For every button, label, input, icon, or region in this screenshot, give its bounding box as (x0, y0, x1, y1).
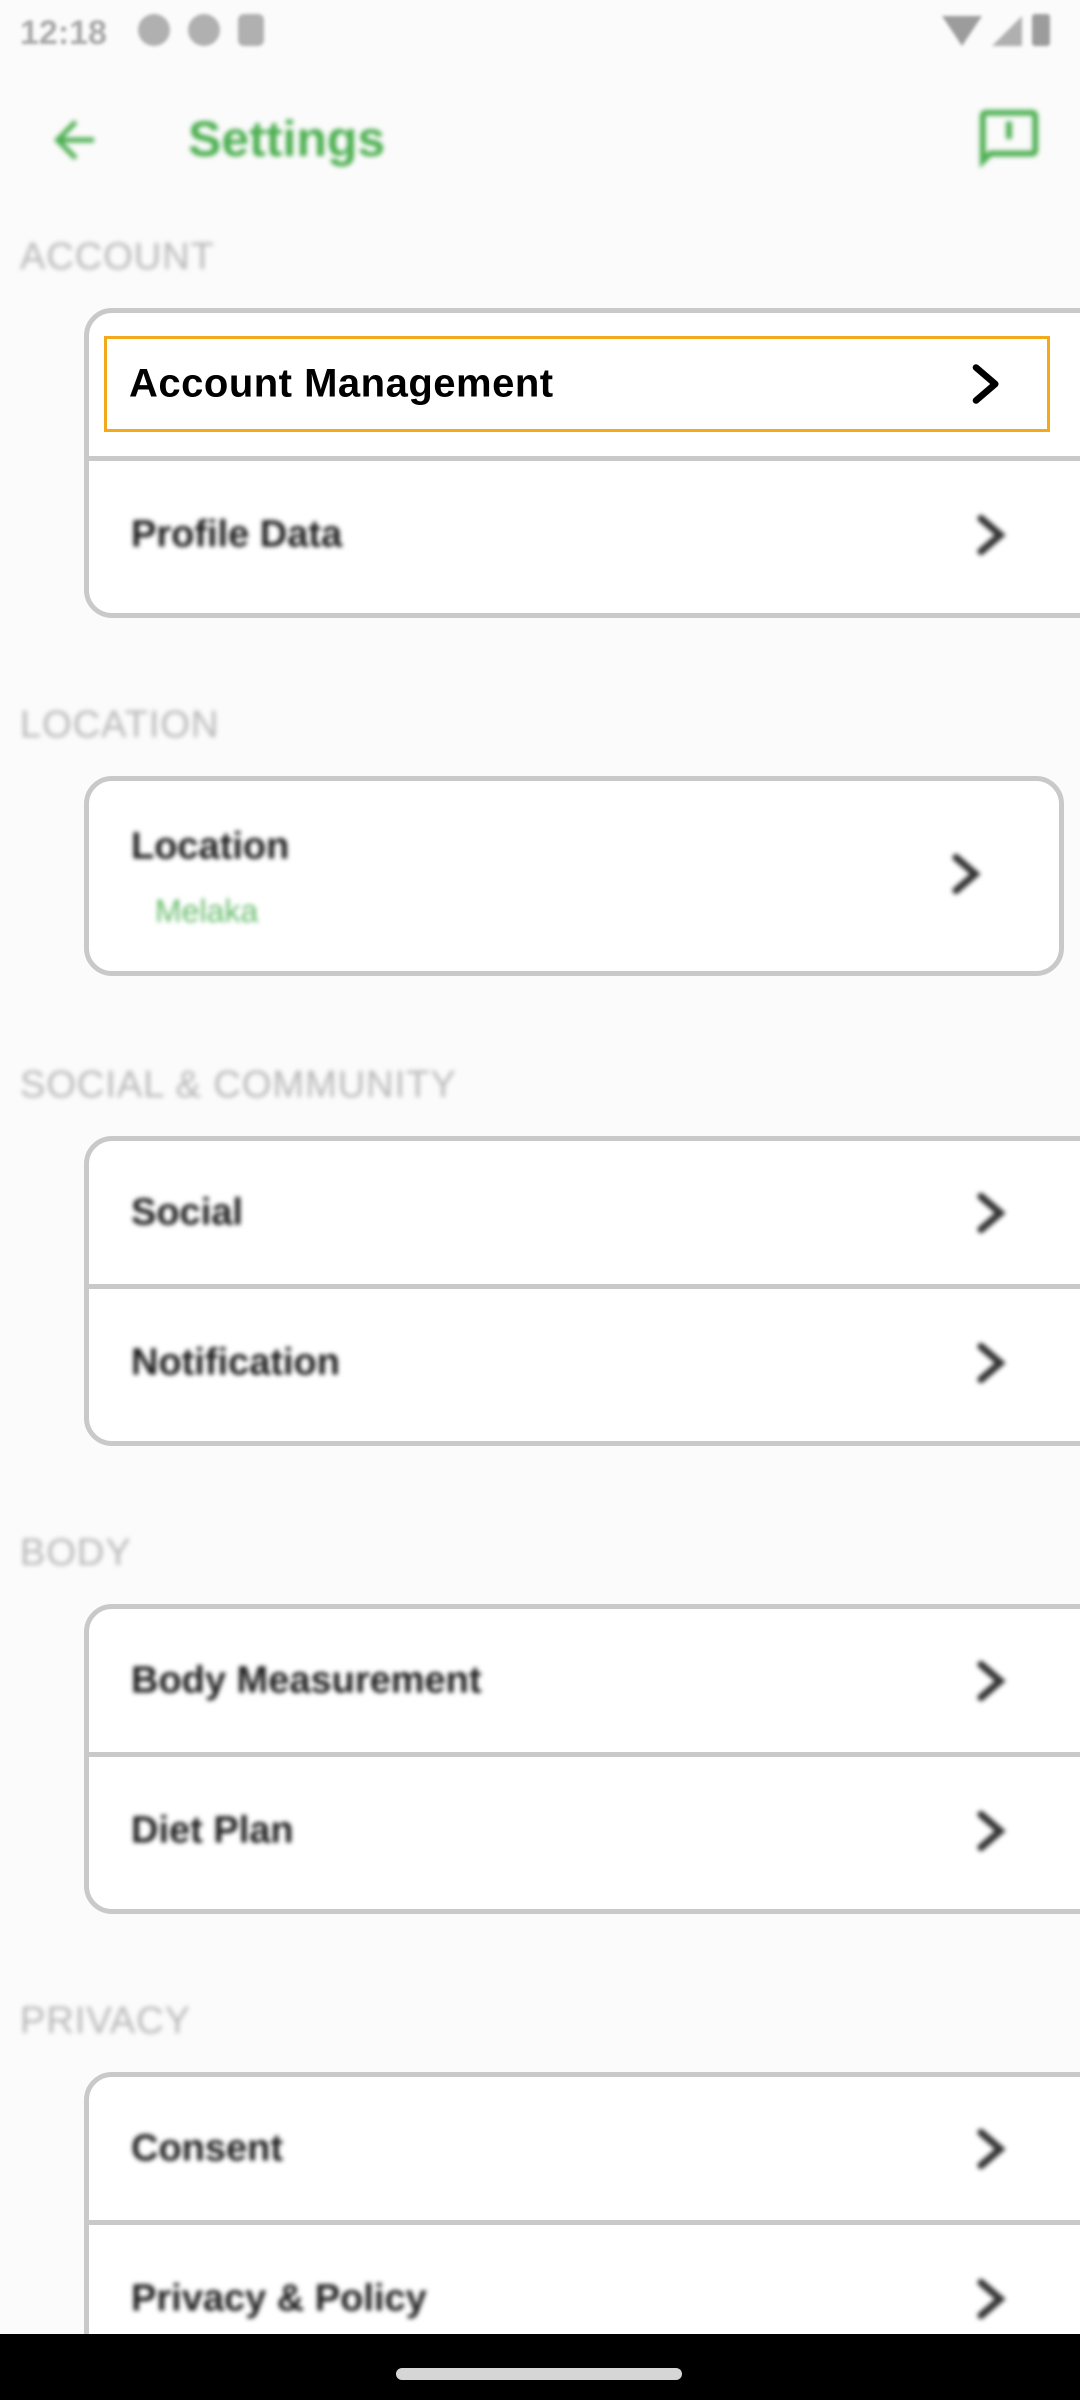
location-value: Melaka (155, 893, 259, 929)
home-gesture-handle[interactable] (396, 2368, 682, 2380)
arrow-left-icon[interactable] (44, 110, 104, 170)
chevron-right-icon (972, 364, 999, 404)
app-notification-icon (138, 14, 170, 46)
settings-item-label: Profile Data (131, 513, 343, 556)
chevron-right-icon (977, 1342, 1006, 1384)
lock-icon (238, 14, 264, 46)
feedback-icon[interactable] (974, 104, 1044, 174)
chevron-right-icon (977, 514, 1006, 556)
page-title: Settings (188, 111, 386, 167)
chevron-right-icon (977, 1660, 1006, 1701)
settings-item-label: Body Measurement (131, 1659, 482, 1701)
social-card: Social Notification (84, 1136, 1080, 1446)
section-header-account: ACCOUNT (20, 236, 215, 278)
system-icons (942, 14, 1050, 46)
chevron-right-icon (952, 853, 981, 895)
chevron-right-icon (977, 1192, 1006, 1233)
settings-item-profile-data[interactable]: Profile Data (89, 461, 1080, 609)
section-header-location: LOCATION (20, 704, 220, 746)
chevron-right-icon (977, 2128, 1006, 2169)
settings-item-consent[interactable]: Consent (89, 2077, 1080, 2225)
system-nav-bar (0, 2334, 1080, 2400)
settings-item-label: Account Management (129, 361, 554, 406)
chevron-right-icon (977, 2278, 1006, 2320)
notification-icons (138, 14, 264, 46)
settings-item-label: Social (131, 1191, 243, 1233)
google-icon (188, 14, 220, 46)
body-card: Body Measurement Diet Plan (84, 1604, 1080, 1914)
settings-item-label: Notification (131, 1341, 340, 1384)
section-header-privacy: PRIVACY (20, 2000, 192, 2042)
settings-item-account-management-focused[interactable]: Account Management (104, 336, 1050, 432)
settings-item-diet-plan[interactable]: Diet Plan (89, 1757, 1080, 1905)
status-time: 12:18 (20, 14, 107, 52)
settings-item-label: Privacy & Policy (131, 2277, 427, 2320)
chevron-right-icon (977, 1810, 1006, 1852)
battery-icon (1032, 14, 1050, 46)
location-card: Location Melaka (84, 776, 1064, 976)
settings-item-location[interactable]: Location Melaka (89, 781, 1059, 967)
cell-signal-icon (992, 16, 1022, 46)
section-header-body: BODY (20, 1532, 132, 1574)
settings-item-social[interactable]: Social (89, 1141, 1080, 1289)
settings-screen: 12:18 Settings ACCOUNT Profile Data Acco… (0, 0, 1080, 2400)
settings-item-label: Diet Plan (131, 1809, 294, 1852)
status-bar: 12:18 (0, 0, 1080, 64)
settings-item-notification[interactable]: Notification (89, 1289, 1080, 1437)
settings-item-body-measurement[interactable]: Body Measurement (89, 1609, 1080, 1757)
section-header-social: SOCIAL & COMMUNITY (20, 1064, 457, 1106)
settings-item-label: Location (131, 825, 290, 868)
settings-item-label: Consent (131, 2127, 283, 2169)
app-bar: Settings (0, 84, 1080, 194)
wifi-icon (942, 16, 982, 46)
